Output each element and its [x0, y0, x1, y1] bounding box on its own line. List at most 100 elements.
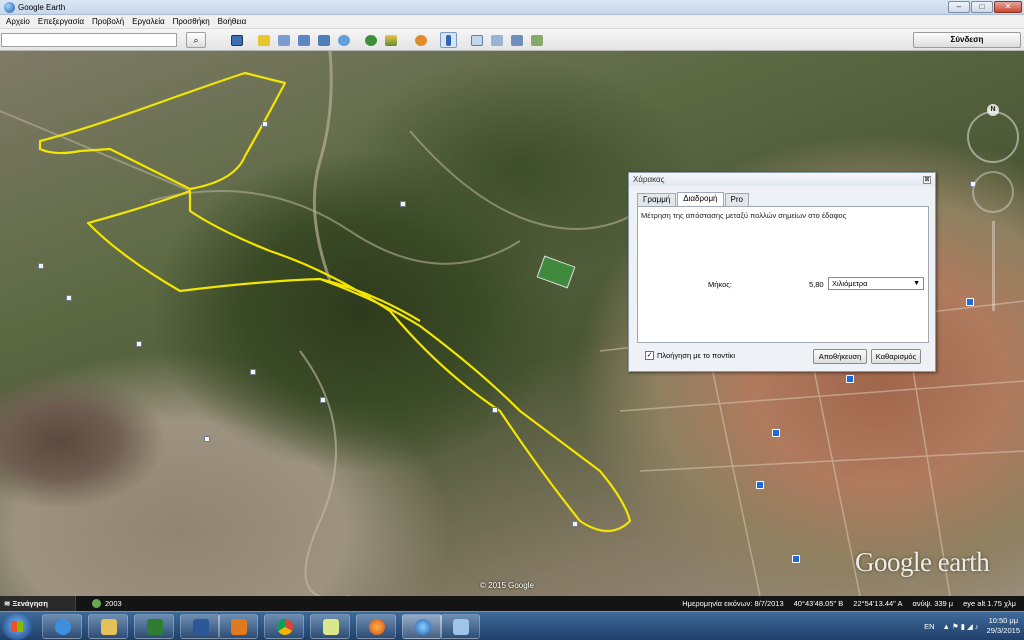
status-bar: ≋ Ξενάγηση 2003 Ημερομηνία εικόνων: 8/7/… [0, 596, 1024, 611]
explorer-icon [101, 619, 117, 635]
dialog-title: Χάρακας [629, 173, 935, 186]
signin-button[interactable]: Σύνδεση [913, 32, 1021, 48]
firefox-icon [369, 619, 385, 635]
historical-imagery-button[interactable] [362, 32, 379, 48]
clear-button[interactable]: Καθαρισμός [871, 349, 921, 364]
tour-button[interactable]: ≋ Ξενάγηση [0, 596, 76, 611]
historical-year[interactable]: 2003 [92, 599, 122, 608]
planets-button[interactable] [412, 32, 429, 48]
save-image-button[interactable] [508, 32, 525, 48]
add-path-button[interactable] [295, 32, 312, 48]
taskbar-app-media-player[interactable] [218, 614, 258, 639]
planets-icon [414, 35, 427, 46]
compass-north-icon[interactable]: N [987, 104, 999, 116]
word-icon [193, 619, 209, 635]
menu-tools[interactable]: Εργαλεία [130, 17, 170, 26]
start-button[interactable] [2, 613, 32, 640]
poi-blue-marker[interactable] [772, 429, 780, 437]
taskbar-app-paint[interactable] [440, 614, 480, 639]
poi-marker[interactable] [250, 369, 256, 375]
google-earth-icon [4, 1, 15, 13]
move-control[interactable] [972, 171, 1014, 213]
print-icon [490, 35, 503, 46]
panel-description: Μέτρηση της απόστασης μεταξύ πολλών σημε… [641, 211, 847, 220]
menu-help[interactable]: Βοήθεια [216, 17, 253, 26]
zoom-slider[interactable] [992, 221, 995, 311]
eye-altitude-readout: eye alt 1.75 χλμ [963, 599, 1016, 608]
unit-selected-value: Χιλιόμετρα [832, 279, 868, 288]
menu-view[interactable]: Προβολή [90, 17, 130, 26]
add-polygon-button[interactable] [275, 32, 292, 48]
ruler-button[interactable] [440, 32, 457, 48]
clock-icon [92, 599, 101, 608]
add-placemark-button[interactable] [255, 32, 272, 48]
mouse-navigation-option[interactable]: ✓ Πλοήγηση με το ποντίκι [645, 351, 735, 360]
historical-imagery-icon [364, 35, 377, 46]
unit-select[interactable]: Χιλιόμετρα ▼ [828, 277, 924, 290]
copyright-text: © 2015 Google [480, 581, 534, 590]
search-input[interactable] [1, 33, 177, 47]
magnifier-icon: ⌕ [193, 35, 199, 45]
menu-edit[interactable]: Επεξεργασία [36, 17, 90, 26]
poi-marker[interactable] [136, 341, 142, 347]
poi-marker[interactable] [204, 436, 210, 442]
excel-icon [147, 619, 163, 635]
poi-blue-marker[interactable] [846, 375, 854, 383]
poi-marker[interactable] [400, 201, 406, 207]
poi-blue-marker[interactable] [792, 555, 800, 563]
system-clock[interactable]: 10:50 μμ 29/3/2015 [987, 616, 1020, 636]
record-tour-button[interactable] [335, 32, 352, 48]
dialog-close-button[interactable]: ⊠ [923, 176, 931, 184]
latitude-readout: 40°43'48.05" Β [793, 599, 844, 608]
tab-path[interactable]: Διαδρομή [677, 192, 724, 206]
poi-marker[interactable] [492, 407, 498, 413]
add-image-overlay-button[interactable] [315, 32, 332, 48]
maximize-button[interactable]: □ [971, 1, 993, 13]
minimize-button[interactable]: – [948, 1, 970, 13]
poi-marker[interactable] [320, 397, 326, 403]
mouse-navigation-label: Πλοήγηση με το ποντίκι [657, 351, 736, 360]
google-earth-logo: Google earth [855, 547, 990, 577]
taskbar-app-ie[interactable] [42, 614, 82, 639]
tab-pro[interactable]: Pro [724, 193, 749, 206]
length-value: 5,80 [809, 280, 824, 289]
taskbar-app-word[interactable] [180, 614, 220, 639]
ie-icon [55, 619, 71, 635]
language-indicator[interactable]: EN [924, 622, 934, 631]
email-icon [470, 35, 483, 46]
taskbar-app-notes[interactable] [310, 614, 350, 639]
search-button[interactable]: ⌕ [186, 32, 206, 48]
system-tray: EN ▲ ⚑ ▮ ◢ ♪ 10:50 μμ 29/3/2015 [924, 616, 1020, 636]
close-button[interactable]: ✕ [994, 1, 1022, 13]
save-button[interactable]: Αποθήκευση [813, 349, 867, 364]
look-control[interactable] [967, 111, 1019, 163]
tray-icons[interactable]: ▲ ⚑ ▮ ◢ ♪ [942, 622, 978, 631]
taskbar-app-excel[interactable] [134, 614, 174, 639]
poi-marker[interactable] [262, 121, 268, 127]
length-label: Μήκος: [708, 280, 732, 289]
email-button[interactable] [468, 32, 485, 48]
taskbar-app-google-earth[interactable] [402, 614, 442, 639]
menu-file[interactable]: Αρχείο [4, 17, 36, 26]
mouse-navigation-checkbox[interactable]: ✓ [645, 351, 654, 360]
poi-marker[interactable] [572, 521, 578, 527]
taskbar-app-explorer[interactable] [88, 614, 128, 639]
title-bar: Google Earth – □ ✕ [0, 0, 1024, 15]
view-in-maps-button[interactable] [528, 32, 545, 48]
poi-blue-marker[interactable] [756, 481, 764, 489]
taskbar-app-firefox[interactable] [356, 614, 396, 639]
poi-marker[interactable] [66, 295, 72, 301]
ruler-dialog: Χάρακας ⊠ Γραμμή Διαδρομή Pro Μέτρηση τη… [628, 172, 936, 372]
window-controls: – □ ✕ [948, 1, 1022, 13]
poi-marker[interactable] [38, 263, 44, 269]
longitude-readout: 22°54'13.44" Α [853, 599, 903, 608]
sidebar-toggle-button[interactable] [228, 32, 245, 48]
poi-blue-marker[interactable] [966, 298, 974, 306]
menu-add[interactable]: Προσθήκη [171, 17, 216, 26]
sunlight-button[interactable] [382, 32, 399, 48]
tab-line[interactable]: Γραμμή [637, 193, 677, 206]
print-button[interactable] [488, 32, 505, 48]
taskbar-app-chrome[interactable] [264, 614, 304, 639]
placemark-icon [257, 35, 270, 46]
toolbar: ⌕ Σύνδεση [0, 29, 1024, 51]
